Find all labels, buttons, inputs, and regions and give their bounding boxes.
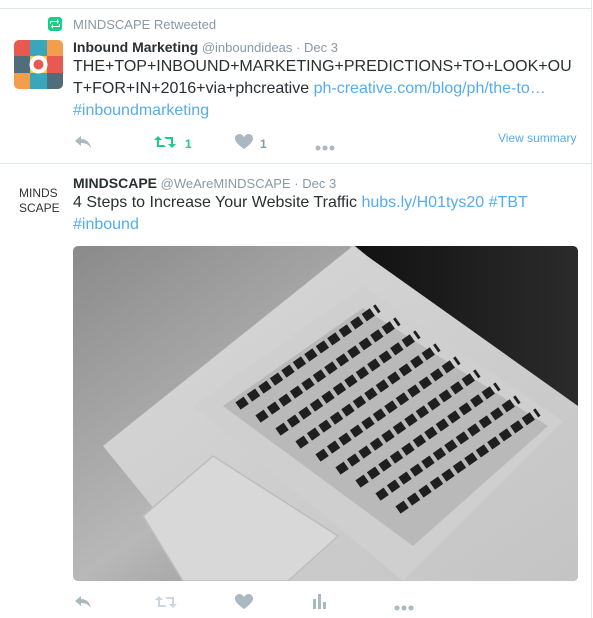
avatar[interactable] — [14, 40, 63, 89]
tweet-text: THE+TOP+INBOUND+MARKETING+PREDICTIONS+TO… — [73, 56, 583, 122]
analytics-icon[interactable] — [313, 593, 327, 614]
reply-icon[interactable] — [73, 134, 93, 155]
separator: · — [296, 40, 301, 55]
author-handle[interactable]: @inboundideas — [202, 40, 293, 55]
tweet-date[interactable]: Dec 3 — [304, 40, 338, 55]
avatar-text: MINDS — [19, 186, 58, 200]
tweet-header: Inbound Marketing @inboundideas · Dec 3 — [73, 39, 338, 55]
author-name[interactable]: MINDSCAPE — [73, 175, 157, 191]
retweet-context-icon — [48, 17, 62, 31]
tweet-text-line: T+FOR+IN+2016+via+phcreative — [73, 80, 310, 97]
tweet-header: MINDSCAPE @WeAreMINDSCAPE · Dec 3 — [73, 175, 336, 191]
more-icon[interactable] — [315, 138, 335, 156]
retweet-icon[interactable] — [154, 134, 176, 155]
hashtag[interactable]: #TBT — [489, 194, 528, 211]
tweet-date[interactable]: Dec 3 — [302, 176, 336, 191]
avatar[interactable]: MINDS SCAPE — [14, 180, 63, 229]
tweet-text-line: THE+TOP+INBOUND+MARKETING+PREDICTIONS+TO… — [73, 58, 572, 75]
tweet-photo-laptop[interactable] — [73, 246, 578, 581]
view-summary-link[interactable]: View summary — [498, 131, 576, 145]
hashtag[interactable]: #inbound — [73, 216, 139, 233]
retweet-icon[interactable] — [155, 594, 177, 615]
hashtag[interactable]: #inboundmarketing — [73, 102, 209, 119]
tweet-link[interactable]: ph-creative.com/blog/ph/the-to… — [314, 80, 546, 97]
separator: · — [294, 176, 299, 191]
like-icon[interactable] — [235, 134, 253, 155]
tweet-link[interactable]: hubs.ly/H01tys20 — [361, 194, 484, 211]
top-divider — [0, 8, 592, 9]
retweet-context-label[interactable]: MINDSCAPE Retweeted — [73, 17, 216, 32]
like-icon[interactable] — [235, 594, 253, 615]
tweet-text: 4 Steps to Increase Your Website Traffic… — [73, 192, 583, 236]
reply-icon[interactable] — [73, 594, 93, 615]
tweet-text-line: 4 Steps to Increase Your Website Traffic — [73, 194, 358, 211]
like-count: 1 — [260, 137, 267, 151]
author-name[interactable]: Inbound Marketing — [73, 39, 198, 55]
retweet-count: 1 — [185, 137, 192, 151]
more-icon[interactable] — [394, 598, 414, 616]
author-handle[interactable]: @WeAreMINDSCAPE — [161, 176, 291, 191]
avatar-text: SCAPE — [19, 201, 60, 215]
tweet-divider — [0, 163, 592, 164]
